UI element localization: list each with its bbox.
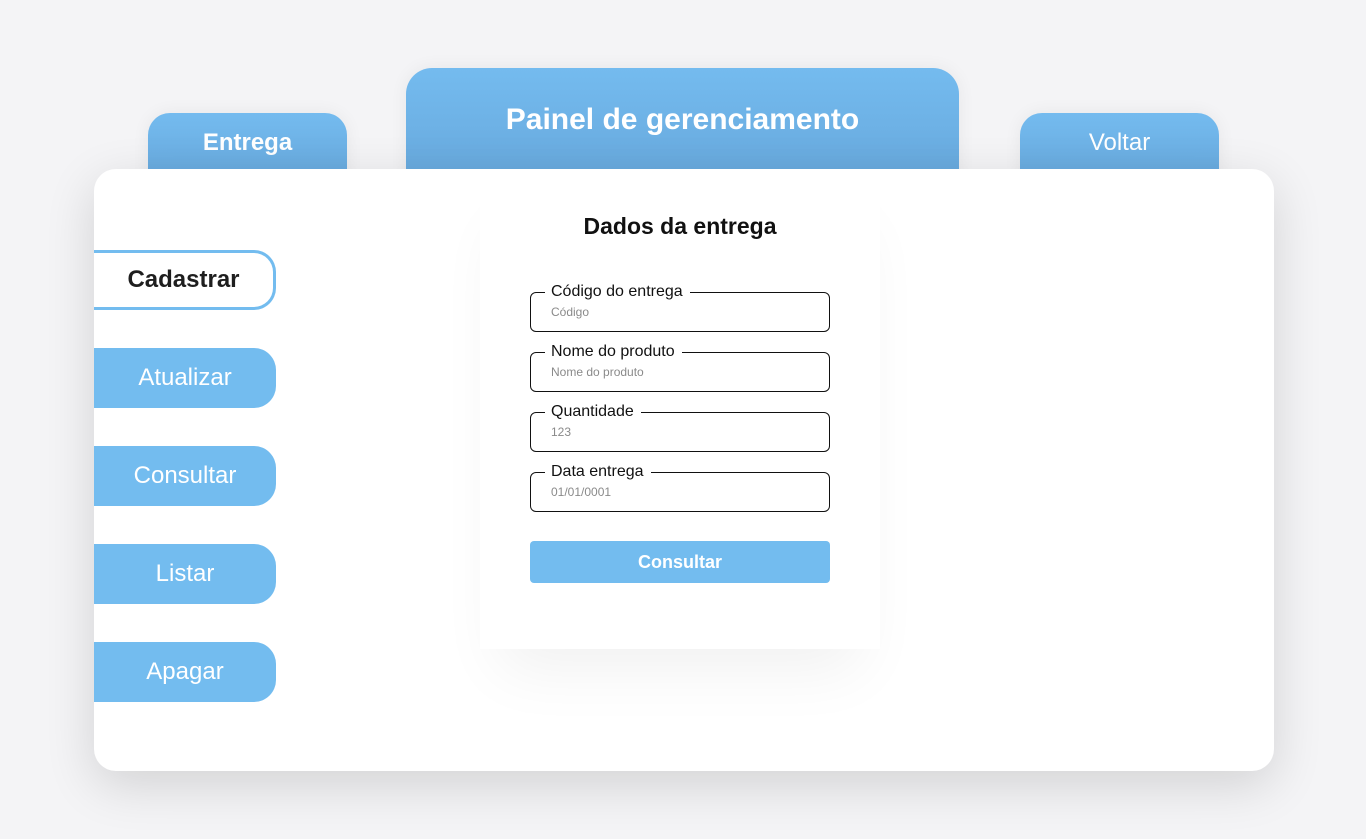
sidebar-item-cadastrar[interactable]: Cadastrar bbox=[94, 250, 276, 310]
delivery-date-label: Data entrega bbox=[545, 462, 651, 482]
main-panel: Cadastrar Atualizar Consultar Listar Apa… bbox=[94, 169, 1274, 771]
quantity-field: Quantidade bbox=[530, 402, 830, 452]
sidebar-item-consultar[interactable]: Consultar bbox=[94, 446, 276, 506]
sidebar-item-label: Apagar bbox=[146, 658, 224, 685]
delivery-date-input[interactable] bbox=[551, 485, 811, 499]
quantity-input[interactable] bbox=[551, 425, 811, 439]
delivery-date-field: Data entrega bbox=[530, 462, 830, 512]
sidebar-item-atualizar[interactable]: Atualizar bbox=[94, 348, 276, 408]
product-name-input[interactable] bbox=[551, 365, 811, 379]
product-name-field: Nome do produto bbox=[530, 342, 830, 392]
sidebar-item-label: Cadastrar bbox=[127, 266, 240, 293]
sidebar-item-listar[interactable]: Listar bbox=[94, 544, 276, 604]
form-title: Dados da entrega bbox=[583, 213, 777, 239]
sidebar-item-label: Listar bbox=[155, 560, 215, 587]
delivery-code-input[interactable] bbox=[551, 305, 811, 319]
consultar-button[interactable]: Consultar bbox=[530, 541, 830, 583]
sidebar-item-label: Atualizar bbox=[138, 364, 232, 391]
delivery-code-label: Código do entrega bbox=[545, 282, 690, 302]
sidebar-item-apagar[interactable]: Apagar bbox=[94, 642, 276, 702]
page-title-tab: Painel de gerenciamento bbox=[406, 68, 959, 183]
quantity-label: Quantidade bbox=[545, 402, 641, 422]
delivery-code-field: Código do entrega bbox=[530, 282, 830, 332]
product-name-label: Nome do produto bbox=[545, 342, 682, 362]
delivery-form: Dados da entrega Código do entrega Nome … bbox=[480, 169, 880, 649]
sidebar-item-label: Consultar bbox=[133, 462, 237, 489]
